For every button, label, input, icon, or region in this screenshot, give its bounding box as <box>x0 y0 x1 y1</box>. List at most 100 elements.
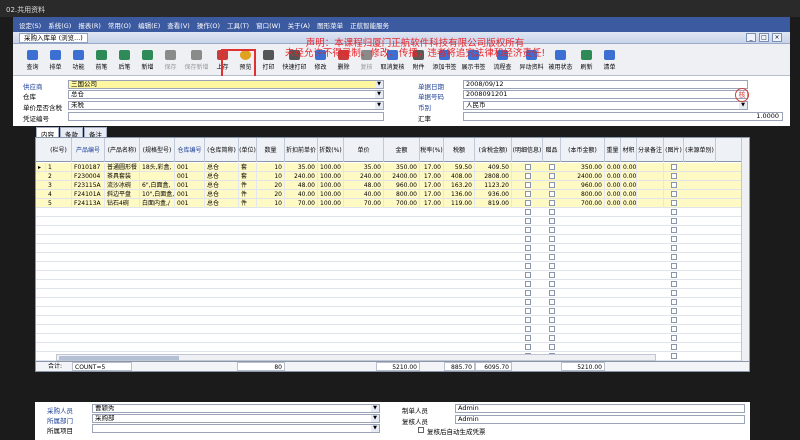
column-header[interactable]: (明细信息) <box>512 138 543 162</box>
column-header[interactable]: (本币金额) <box>561 138 605 162</box>
column-header[interactable]: 金额 <box>384 138 420 162</box>
table-row[interactable] <box>36 343 749 352</box>
row-checkbox[interactable] <box>524 218 531 224</box>
column-header[interactable]: 赠品 <box>543 138 561 162</box>
table-cell[interactable]: 白面内盒,/ <box>140 199 175 208</box>
column-header[interactable]: (来源单别) <box>684 138 716 162</box>
table-cell[interactable] <box>637 181 664 190</box>
table-cell[interactable]: 10 <box>257 199 285 208</box>
row-checkbox[interactable] <box>524 290 531 296</box>
table-cell[interactable]: 001 <box>175 190 205 199</box>
row-checkbox[interactable] <box>524 308 531 314</box>
row-checkbox[interactable] <box>524 299 531 305</box>
row-checkbox[interactable] <box>549 344 555 350</box>
table-cell[interactable] <box>140 172 175 181</box>
row-checkbox[interactable] <box>549 317 555 323</box>
row-checkbox[interactable] <box>549 164 555 170</box>
menu-item[interactable]: 报表(R) <box>78 20 101 30</box>
table-cell[interactable]: 17.00 <box>420 181 444 190</box>
table-cell[interactable]: 4 <box>46 190 72 199</box>
row-checkbox[interactable] <box>524 209 531 215</box>
date-field[interactable]: 2008/09/12 <box>463 80 748 89</box>
table-cell[interactable]: 48.00 <box>285 181 318 190</box>
column-header[interactable]: 税额 <box>444 138 475 162</box>
row-checkbox[interactable] <box>524 182 531 188</box>
table-cell[interactable]: F24113A <box>72 199 105 208</box>
row-checkbox[interactable] <box>671 344 677 350</box>
table-cell[interactable]: 100.00 <box>318 199 344 208</box>
table-cell[interactable]: 1123.20 <box>475 181 512 190</box>
column-header[interactable]: (栏号) <box>46 138 72 162</box>
row-checkbox[interactable] <box>524 200 531 206</box>
row-checkbox[interactable] <box>671 209 677 215</box>
row-checkbox[interactable] <box>671 218 677 224</box>
table-cell[interactable]: 70.00 <box>344 199 384 208</box>
row-checkbox[interactable] <box>549 263 555 269</box>
table-cell[interactable]: 套 <box>239 163 257 172</box>
function-button[interactable]: 功能 <box>67 50 90 71</box>
menu-item[interactable]: 正航智能服务 <box>350 20 389 30</box>
table-cell[interactable]: 48.00 <box>344 181 384 190</box>
row-checkbox[interactable] <box>549 218 555 224</box>
table-cell[interactable]: 件 <box>239 199 257 208</box>
table-cell[interactable]: 240.00 <box>285 172 318 181</box>
menu-item[interactable]: 常用(O) <box>108 20 131 30</box>
auto-voucher-checkbox[interactable] <box>418 427 424 433</box>
column-header[interactable]: 仓库编号 <box>175 138 205 162</box>
row-checkbox[interactable] <box>524 317 531 323</box>
row-checkbox[interactable] <box>671 200 677 206</box>
table-cell[interactable]: 001 <box>175 181 205 190</box>
search-button[interactable]: 查询 <box>21 50 44 71</box>
currency-field[interactable]: 人民币 ▼ <box>463 101 748 110</box>
save-button[interactable]: 保存 <box>159 50 182 71</box>
table-row[interactable] <box>36 253 749 262</box>
table-cell[interactable]: 普通圆形餐 <box>105 163 140 172</box>
table-cell[interactable]: F24101A <box>72 190 105 199</box>
table-row[interactable]: 2 F230004 茶具套装 001 总仓套 10 240.00 100.00 240.00 24… <box>36 172 749 181</box>
column-header[interactable]: (含税金额) <box>475 138 512 162</box>
table-cell[interactable]: 5 <box>46 199 72 208</box>
column-header[interactable]: (图片) <box>664 138 684 162</box>
table-cell[interactable]: 0.00 <box>621 172 637 181</box>
row-checkbox[interactable] <box>671 335 677 341</box>
table-cell[interactable]: 001 <box>175 163 205 172</box>
menu-item[interactable]: 编辑(E) <box>138 20 160 30</box>
table-cell[interactable] <box>637 199 664 208</box>
row-checkbox[interactable] <box>671 182 677 188</box>
column-header[interactable]: 分录备注 <box>637 138 664 162</box>
close-icon[interactable]: × <box>772 33 782 42</box>
row-checkbox[interactable] <box>524 164 531 170</box>
row-checkbox[interactable] <box>549 182 555 188</box>
menu-item[interactable]: 系统(G) <box>48 20 71 30</box>
row-checkbox[interactable] <box>671 173 677 179</box>
row-checkbox[interactable] <box>549 290 555 296</box>
table-row[interactable] <box>36 235 749 244</box>
row-checkbox[interactable] <box>549 200 555 206</box>
table-cell[interactable]: 100.00 <box>318 172 344 181</box>
table-cell[interactable]: 17.00 <box>420 163 444 172</box>
table-cell[interactable]: 409.50 <box>475 163 512 172</box>
row-checkbox[interactable] <box>549 191 555 197</box>
menu-item[interactable]: 窗口(W) <box>256 20 281 30</box>
row-checkbox[interactable] <box>524 245 531 251</box>
table-row[interactable]: 4 F24101A 斜边平盘 10",白面盒, 001 总仓件 20 40.00 100.00 4… <box>36 190 749 199</box>
table-cell[interactable]: 100.00 <box>318 163 344 172</box>
menu-item[interactable]: 操作(O) <box>197 20 220 30</box>
table-cell[interactable]: 0.00 <box>621 199 637 208</box>
table-cell[interactable]: 件 <box>239 190 257 199</box>
table-cell[interactable]: 350.00 <box>561 163 605 172</box>
table-row[interactable] <box>36 217 749 226</box>
row-checkbox[interactable] <box>671 281 677 287</box>
row-checkbox[interactable] <box>671 317 677 323</box>
menu-item[interactable]: 设定(S) <box>19 20 41 30</box>
column-header[interactable]: (产品名称) <box>105 138 140 162</box>
table-cell[interactable]: 960.00 <box>561 181 605 190</box>
table-row[interactable]: 5 F24113A 钻石4碗 白面内盒,/001 总仓件 10 70.00 100.00 70.… <box>36 199 749 208</box>
table-cell[interactable]: 总仓 <box>205 199 239 208</box>
table-cell[interactable]: F23115A <box>72 181 105 190</box>
table-cell[interactable]: 17.00 <box>420 190 444 199</box>
table-cell[interactable]: 960.00 <box>384 181 420 190</box>
table-cell[interactable]: 20 <box>257 190 285 199</box>
table-cell[interactable]: 0.00 <box>605 181 621 190</box>
row-checkbox[interactable] <box>549 326 555 332</box>
